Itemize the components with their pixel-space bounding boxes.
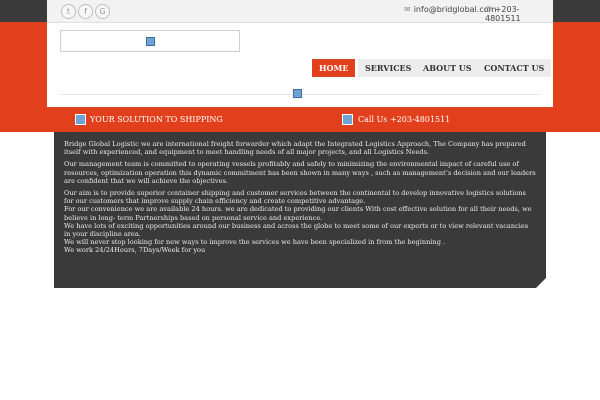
envelope-icon: ✉ xyxy=(404,5,411,14)
nav-about-us[interactable]: ABOUT US xyxy=(416,59,479,77)
phone-contact: ✆ +203-4801511 xyxy=(485,5,553,23)
content-paragraph: We have lots of exciting opportunities a… xyxy=(64,221,529,239)
content-paragraph: For our convenience we are available 24 … xyxy=(64,205,532,222)
content-paragraph: We will never stop looking for new ways … xyxy=(64,238,446,247)
broken-image-icon xyxy=(75,114,86,125)
tagline-text: YOUR SOLUTION TO SHIPPING xyxy=(90,115,223,124)
utility-bar: t f G ✉ info@bridglobal.com ✆ +203-4801511 xyxy=(47,0,553,23)
facebook-icon[interactable]: f xyxy=(78,4,93,19)
folded-corner xyxy=(536,278,546,288)
nav-contact-us[interactable]: CONTACT US xyxy=(477,59,552,77)
content-paragraph: Bridge Global Logistic we are internatio… xyxy=(64,140,526,157)
email-contact[interactable]: ✉ info@bridglobal.com xyxy=(404,5,496,14)
content-paragraph: Our management team is committed to oper… xyxy=(64,160,536,185)
broken-image-icon xyxy=(146,37,155,46)
content-paragraph: Our aim is to provide superior container… xyxy=(64,189,526,206)
logo-placeholder[interactable] xyxy=(60,30,240,52)
call-us-text: Call Us +203-4801511 xyxy=(358,115,451,124)
google-icon[interactable]: G xyxy=(95,4,110,19)
about-content-panel: Bridge Global Logistic we are internatio… xyxy=(54,132,546,288)
nav-home[interactable]: HOME xyxy=(312,59,356,77)
email-text: info@bridglobal.com xyxy=(413,5,497,14)
twitter-icon[interactable]: t xyxy=(61,4,76,19)
nav-services[interactable]: SERVICES xyxy=(358,59,419,77)
header-container: t f G ✉ info@bridglobal.com ✆ +203-4801511… xyxy=(47,0,553,107)
broken-image-icon xyxy=(293,89,302,98)
content-paragraph: We work 24/24Hours, 7Days/Week for you xyxy=(64,246,206,255)
broken-image-icon xyxy=(342,114,353,125)
phone-icon: ✆ xyxy=(485,5,492,14)
